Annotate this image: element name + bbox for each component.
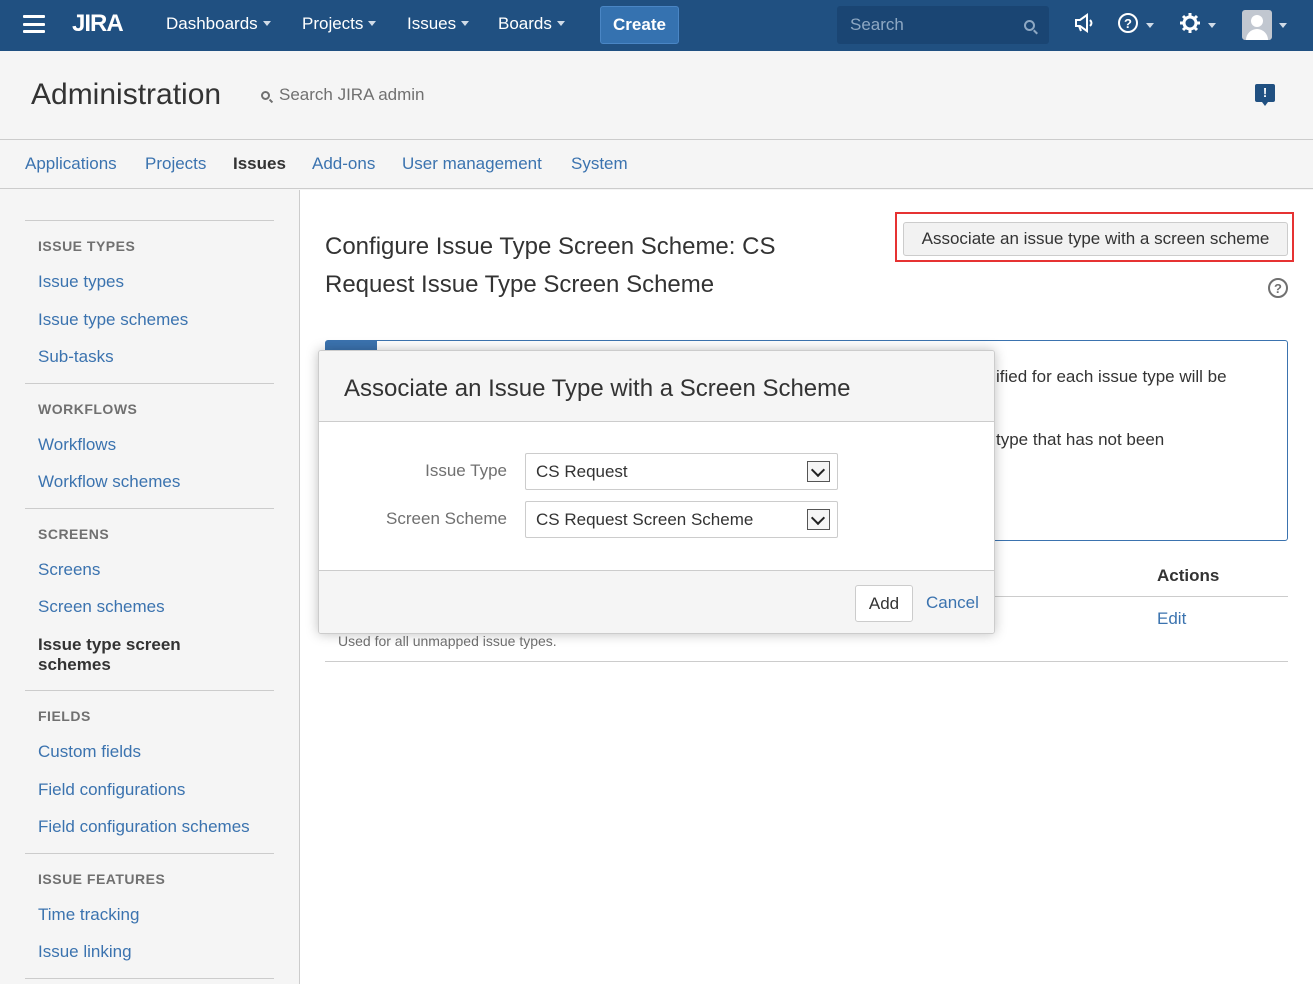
screen-scheme-label: Screen Scheme (386, 509, 507, 528)
dialog-header: Associate an Issue Type with a Screen Sc… (319, 351, 994, 422)
issue-type-label: Issue Type (425, 461, 507, 480)
associate-dialog: Associate an Issue Type with a Screen Sc… (318, 350, 995, 634)
dialog-title: Associate an Issue Type with a Screen Sc… (344, 375, 851, 402)
chevron-down-icon (807, 509, 830, 530)
screen-scheme-select[interactable]: CS Request Screen Scheme (525, 501, 838, 538)
issue-type-select[interactable]: CS Request (525, 453, 838, 490)
screen-scheme-value: CS Request Screen Scheme (536, 510, 754, 529)
cancel-link[interactable]: Cancel (926, 593, 979, 613)
add-button[interactable]: Add (855, 585, 913, 622)
issue-type-value: CS Request (536, 462, 628, 481)
modal-overlay: Associate an Issue Type with a Screen Sc… (0, 0, 1313, 984)
dialog-footer: Add Cancel (319, 570, 994, 633)
chevron-down-icon (807, 461, 830, 482)
dialog-body: Issue Type CS Request Screen Scheme CS R… (319, 422, 994, 570)
